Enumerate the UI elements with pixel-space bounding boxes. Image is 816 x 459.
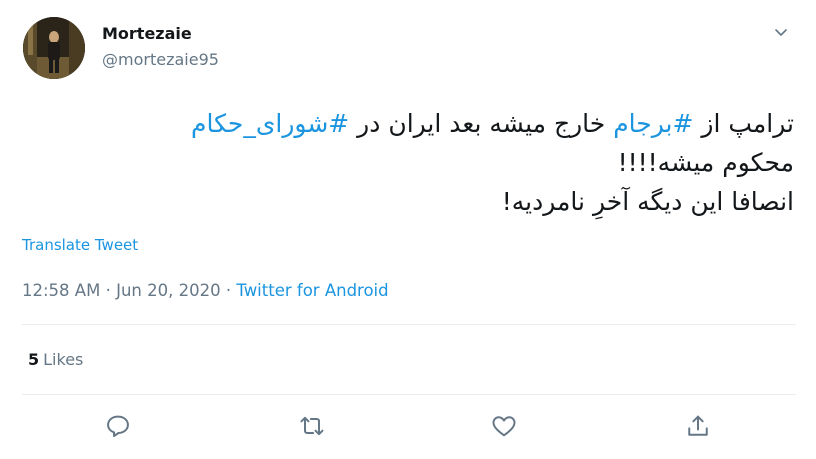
- user-handle[interactable]: @mortezaie95: [102, 50, 219, 70]
- tweet-text-part-3: محکوم میشه!!!! انصافا این دیگه آخرِ نامر…: [501, 148, 794, 216]
- meta-separator: ·: [100, 281, 117, 300]
- hashtag-barjam[interactable]: #برجام: [613, 109, 693, 138]
- user-info: Mortezaie @mortezaie95: [102, 24, 219, 70]
- share-icon[interactable]: [684, 412, 712, 440]
- like-icon[interactable]: [490, 412, 518, 440]
- hashtag-shoraye-hokkam[interactable]: #شورای_حکام: [191, 109, 349, 138]
- tweet-text-part-2: خارج میشه بعد ایران در: [349, 109, 614, 138]
- avatar[interactable]: [23, 17, 85, 79]
- display-name[interactable]: Mortezaie: [102, 24, 219, 44]
- likes-count[interactable]: 5 Likes: [28, 350, 83, 369]
- tweet-card: Mortezaie @mortezaie95 ترامپ از #برجام خ…: [0, 0, 816, 459]
- tweet-source-link[interactable]: Twitter for Android: [236, 281, 388, 300]
- reply-icon[interactable]: [104, 412, 132, 440]
- divider: [22, 324, 796, 325]
- tweet-text: ترامپ از #برجام خارج میشه بعد ایران در #…: [20, 104, 794, 221]
- tweet-date[interactable]: Jun 20, 2020: [116, 281, 221, 300]
- retweet-icon[interactable]: [298, 412, 326, 440]
- likes-label: Likes: [43, 350, 84, 369]
- caret-down-icon[interactable]: [773, 24, 789, 40]
- likes-number: 5: [28, 350, 40, 369]
- divider: [22, 394, 796, 395]
- tweet-time[interactable]: 12:58 AM: [22, 281, 100, 300]
- meta-separator: ·: [220, 281, 237, 300]
- translate-tweet-link[interactable]: Translate Tweet: [22, 236, 138, 254]
- tweet-text-part-1: ترامپ از: [693, 109, 794, 138]
- tweet-meta: 12:58 AM · Jun 20, 2020 · Twitter for An…: [22, 281, 389, 300]
